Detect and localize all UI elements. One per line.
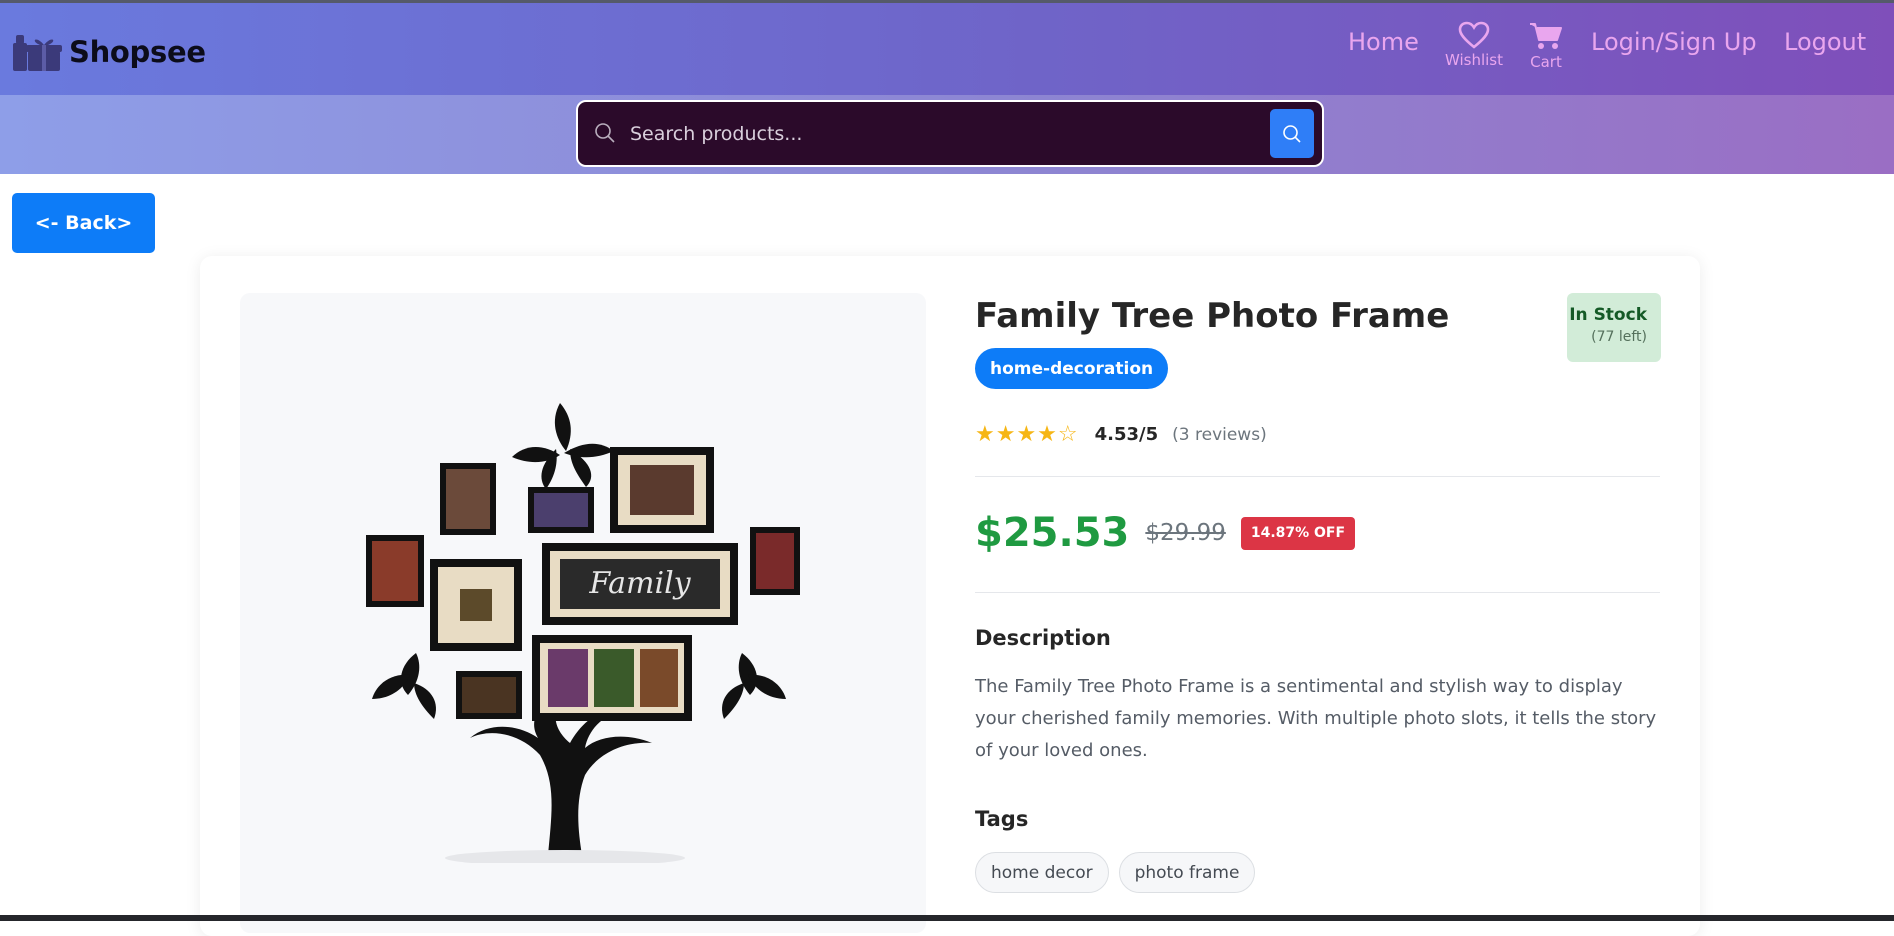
original-price: $29.99 (1145, 520, 1226, 546)
rating-value: 4.53/5 (1094, 424, 1159, 445)
nav-login-link[interactable]: Login/Sign Up (1591, 28, 1757, 56)
brand[interactable]: Shopsee (12, 31, 206, 73)
search-button[interactable] (1270, 109, 1314, 158)
cart-label: Cart (1530, 53, 1562, 71)
product-image: Family (240, 293, 926, 933)
divider (975, 592, 1660, 593)
heart-icon (1458, 21, 1490, 49)
current-price: $25.53 (975, 510, 1130, 556)
product-title: Family Tree Photo Frame (975, 296, 1450, 336)
nav-cart[interactable]: Cart (1511, 21, 1581, 71)
nav-logout-link[interactable]: Logout (1784, 28, 1866, 56)
cart-icon (1530, 23, 1562, 49)
description-heading: Description (975, 626, 1111, 650)
product-card: Family Family Tree Photo Frame home-deco… (200, 256, 1700, 936)
product-description: The Family Tree Photo Frame is a sentime… (975, 676, 1657, 761)
review-count: (3 reviews) (1172, 424, 1267, 445)
tag-chip[interactable]: home decor (975, 852, 1109, 893)
frame-label: Family (588, 566, 691, 601)
nav-home-link[interactable]: Home (1348, 28, 1419, 56)
category-badge[interactable]: home-decoration (975, 348, 1169, 389)
star-rating-icon: ★★★★☆ (975, 422, 1079, 447)
brand-name: Shopsee (69, 35, 206, 69)
nav-wishlist[interactable]: Wishlist (1439, 21, 1509, 69)
search-icon (1283, 124, 1301, 143)
stock-status: In Stock (1569, 305, 1647, 325)
discount-badge: 14.87% OFF (1240, 516, 1356, 550)
price-row: $25.53 $29.99 14.87% OFF (975, 510, 1356, 556)
tags-heading: Tags (975, 807, 1029, 831)
back-button[interactable]: <- Back> (12, 193, 155, 253)
divider (975, 476, 1660, 477)
gift-boxes-icon (13, 35, 62, 71)
family-tree-frame-image: Family (366, 403, 800, 863)
search-box (576, 100, 1324, 167)
tag-list: home decor photo frame (975, 852, 1256, 893)
search-input[interactable] (630, 116, 1230, 152)
rating-row: ★★★★☆ 4.53/5 (3 reviews) (975, 422, 1267, 447)
stock-count: (77 left) (1591, 329, 1647, 345)
tag-chip[interactable]: photo frame (1118, 852, 1256, 893)
search-bar-strip (0, 95, 1894, 174)
search-icon (595, 123, 615, 143)
window-bottom-border (0, 915, 1894, 921)
wishlist-label: Wishlist (1444, 51, 1504, 69)
navbar: Shopsee Home Wishlist Cart Login/Sign Up… (0, 3, 1894, 95)
stock-badge: In Stock (77 left) (1567, 293, 1661, 362)
